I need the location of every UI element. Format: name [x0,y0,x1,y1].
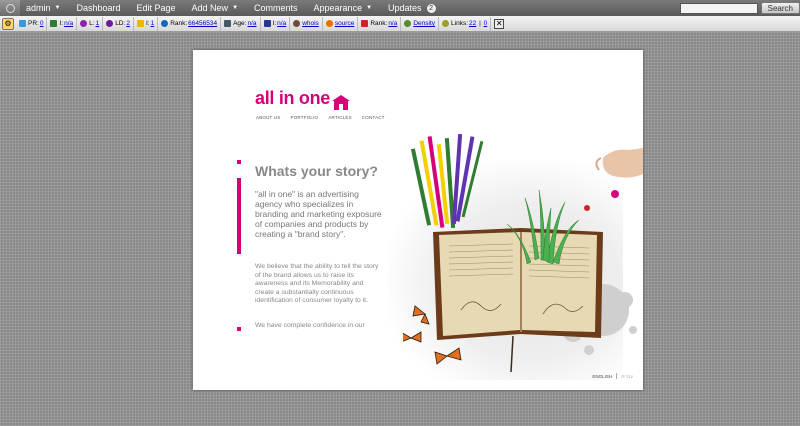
lang-english[interactable]: ENGLISH [592,374,612,379]
site-nav: ABOUT US PORTFOLIO ARTICLES CONTACT [256,115,385,120]
pagerank-icon [19,20,26,27]
lang-hebrew[interactable]: עברית [621,374,633,379]
calendar-icon [224,20,232,27]
seo-item-source[interactable]: source [323,16,359,31]
search-input[interactable] [679,2,758,14]
updates-count-badge: 2 [426,3,436,13]
adminbar-item-comments[interactable]: Comments [246,0,306,16]
butterfly-3 [434,347,462,365]
seo-item-linking-domains[interactable]: LD: 2 [103,16,134,31]
book-illustration [403,133,643,373]
caret-down-icon: ▼ [366,5,373,11]
caret-down-icon: ▼ [54,5,61,11]
seo-item-compete-rank[interactable]: Rank: n/a [358,16,402,31]
site-logo[interactable]: all in one [255,88,351,110]
seo-item-index[interactable]: I: n/a [47,16,78,31]
stripes-graphic [410,133,484,229]
seo-settings-icon[interactable]: ⚙ [2,17,14,30]
adminbar-search: Search [679,2,800,14]
bing-index-icon [136,20,144,27]
ladybug-icon [584,205,590,211]
seo-item-bing-index[interactable]: I: 1 [134,16,159,31]
nav-portfolio[interactable]: PORTFOLIO [291,115,319,120]
linking-domains-icon [106,20,114,27]
seo-item-whois[interactable]: whois [290,16,323,31]
seo-toolbar: ⚙ PR: 0 I: n/a L: 1 LD: 2 I: 1 Rank: 66456534 … [0,16,800,32]
page-title: Whats your story? [255,163,378,179]
google-index-icon [50,20,58,27]
adminbar-item-appearance[interactable]: Appearance ▼ [306,0,381,16]
alexa-rank-icon [161,20,169,27]
adminbar-item-edit-page[interactable]: Edit Page [129,0,184,16]
dmoz-icon [263,20,271,27]
adminbar-item-dashboard[interactable]: Dashboard [68,0,128,16]
search-button[interactable]: Search [760,2,800,14]
whois-icon [293,20,301,27]
yahoo-links-icon [80,20,88,27]
body-text: We believe that the ability to tell the … [255,263,379,305]
seo-item-alexa-rank[interactable]: Rank: 66456534 [158,16,222,31]
compete-rank-icon [361,20,369,27]
links-icon [442,20,450,27]
intro-text: "all in one" is an advertising agency wh… [255,189,382,239]
wordpress-logo-icon[interactable] [0,0,20,16]
adminbar-item-admin[interactable]: admin ▼ [20,0,68,16]
nav-contact[interactable]: CONTACT [362,115,385,120]
butterfly-2 [403,331,422,343]
adminbar-item-add-new[interactable]: Add New ▼ [184,0,246,16]
lang-divider [616,373,618,379]
accent-bar-intro [237,178,241,254]
source-icon [325,20,333,27]
nav-about-us[interactable]: ABOUT US [256,115,281,120]
house-icon [332,95,351,110]
seo-item-pagerank[interactable]: PR: 0 [16,16,48,31]
nav-articles[interactable]: ARTICLES [328,115,352,120]
seo-item-page-links[interactable]: Links: 22 | 0 [439,16,492,31]
seo-item-density[interactable]: Density [401,16,440,31]
site-page: all in one ABOUT US PORTFOLIO ARTICLES C… [193,50,643,390]
butterfly-1 [412,305,430,325]
confidence-text: We have complete confidence in our [255,322,365,329]
seo-item-links[interactable]: L: 1 [77,16,104,31]
adminbar-item-updates[interactable]: Updates 2 [380,0,444,16]
hand-illustration [595,148,643,198]
density-icon [404,20,412,27]
admin-bar: admin ▼ Dashboard Edit Page Add New ▼ Comm… [0,0,800,16]
seo-item-dmoz[interactable]: I: n/a [261,16,291,31]
caret-down-icon: ▼ [232,5,239,11]
close-icon[interactable]: ✕ [494,18,505,29]
accent-bar-top [237,160,241,164]
seo-item-age[interactable]: Age: n/a [221,16,261,31]
accent-bar-bottom [237,327,241,331]
logo-text: all in one [255,88,331,108]
language-switcher: ENGLISH עברית [592,373,633,379]
